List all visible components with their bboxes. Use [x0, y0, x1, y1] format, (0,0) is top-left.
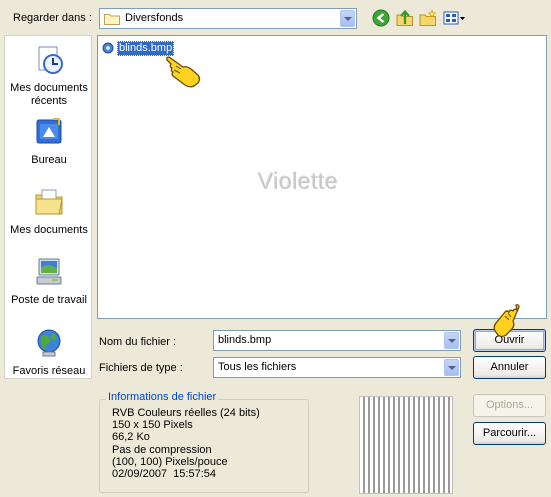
- file-info-line: 66,2 Ko: [112, 431, 150, 443]
- bitmap-file-icon: [102, 42, 114, 54]
- file-info-line: 150 x 150 Pixels: [112, 419, 193, 431]
- options-button[interactable]: Options...: [473, 394, 546, 417]
- views-menu-icon[interactable]: [443, 9, 467, 27]
- chevron-down-icon[interactable]: [444, 359, 459, 376]
- hand-pointer-icon: [166, 56, 201, 88]
- chevron-down-icon[interactable]: [340, 10, 355, 27]
- my-computer-icon: [36, 258, 62, 285]
- desktop-icon: [36, 118, 62, 144]
- my-documents-icon: [35, 189, 63, 215]
- places-bar: Mes documents récents Bureau Mes documen…: [4, 35, 92, 379]
- image-preview: [359, 396, 453, 494]
- file-info-line: 02/09/2007 15:57:54: [112, 468, 216, 480]
- file-info-line: RVB Couleurs réelles (24 bits): [112, 407, 260, 419]
- place-label: Mes documents: [10, 224, 88, 236]
- folder-icon: [104, 14, 120, 25]
- up-folder-icon[interactable]: [396, 9, 414, 27]
- look-in-label: Regarder dans :: [13, 12, 92, 24]
- hand-pointer-icon: [493, 304, 520, 338]
- place-label: Bureau: [31, 154, 67, 166]
- filename-value: blinds.bmp: [218, 334, 272, 346]
- chevron-down-icon[interactable]: [444, 332, 459, 349]
- place-my-computer[interactable]: Poste de travail: [5, 256, 93, 307]
- filetype-dropdown[interactable]: Tous les fichiers: [213, 357, 461, 378]
- browse-button[interactable]: Parcourir...: [473, 422, 546, 445]
- recent-documents-icon: [38, 46, 63, 74]
- cancel-button[interactable]: Annuler: [473, 356, 546, 379]
- file-info-line: Pas de compression: [112, 444, 212, 456]
- place-label: Mes documents récents: [10, 82, 88, 107]
- place-recent-documents[interactable]: Mes documents récents: [5, 44, 93, 108]
- file-info-title: Informations de fichier: [106, 391, 219, 403]
- look-in-value: Diversfonds: [125, 12, 184, 24]
- place-network[interactable]: Favoris réseau: [5, 327, 93, 378]
- filename-input[interactable]: blinds.bmp: [213, 330, 461, 351]
- new-folder-icon[interactable]: [419, 9, 437, 27]
- place-desktop[interactable]: Bureau: [5, 116, 93, 167]
- place-label: Poste de travail: [11, 294, 87, 306]
- watermark-text: Violette: [258, 168, 339, 194]
- back-icon[interactable]: [372, 9, 390, 27]
- filetype-label: Fichiers de type :: [99, 362, 183, 374]
- place-label: Favoris réseau: [12, 365, 86, 377]
- look-in-dropdown[interactable]: Diversfonds: [99, 8, 357, 29]
- file-info-line: (100, 100) Pixels/pouce: [112, 456, 228, 468]
- filetype-value: Tous les fichiers: [218, 361, 297, 373]
- place-my-documents[interactable]: Mes documents: [5, 186, 93, 237]
- filename-label: Nom du fichier :: [99, 336, 177, 348]
- network-places-icon: [37, 329, 61, 357]
